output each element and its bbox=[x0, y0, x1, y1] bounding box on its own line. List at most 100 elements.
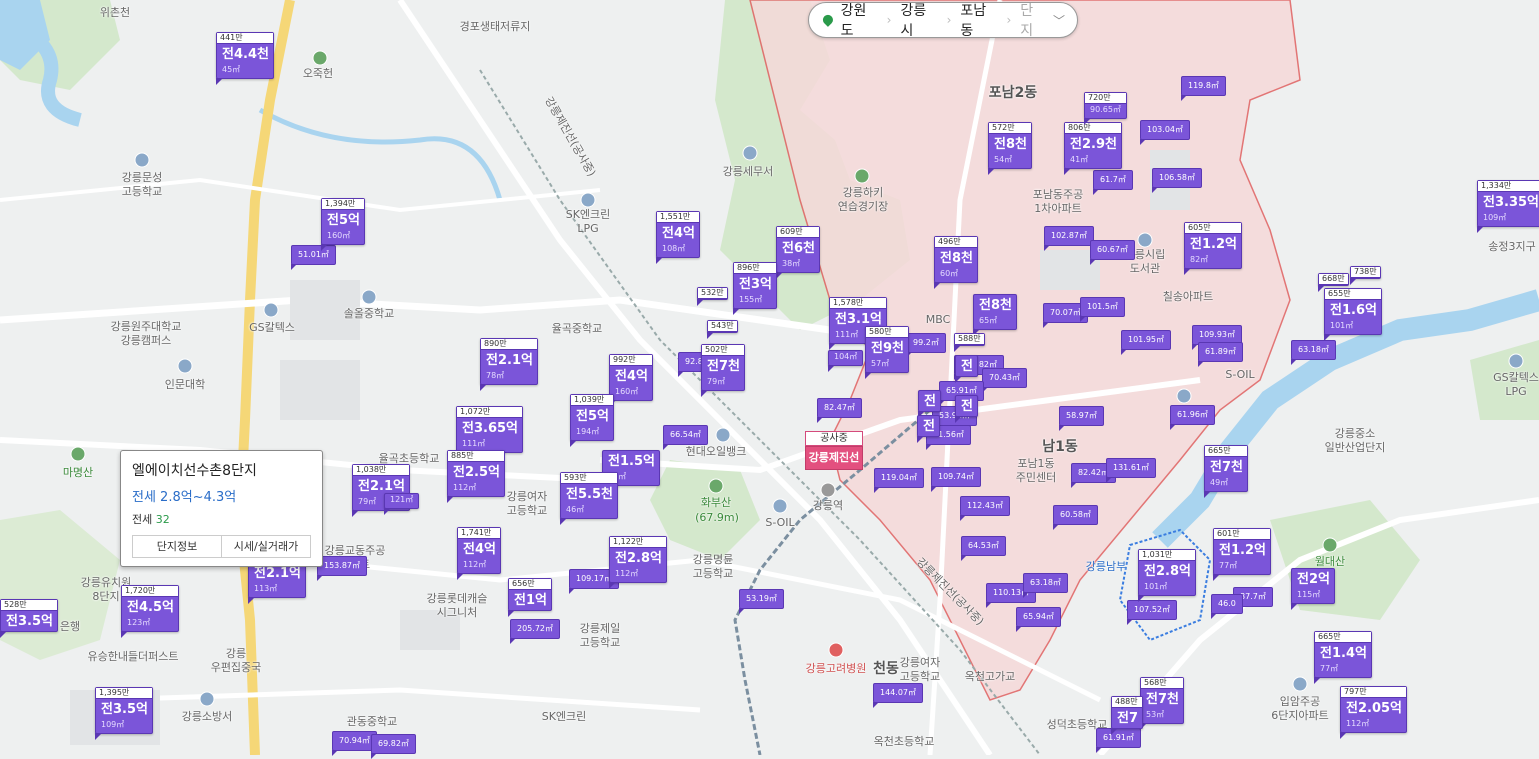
price-marker[interactable]: 528만 전3.5억 bbox=[0, 599, 58, 638]
price-marker[interactable]: 593만 전5.5천 46㎡ bbox=[560, 472, 618, 525]
price-marker[interactable]: 488만 전7 bbox=[1111, 696, 1144, 735]
price-marker[interactable]: 601만 전1.2억 77㎡ bbox=[1213, 528, 1271, 581]
price-marker[interactable]: 738만 bbox=[1350, 266, 1381, 285]
price-marker[interactable]: 572만 전8천 54㎡ bbox=[988, 122, 1032, 175]
area-marker[interactable]: 99.2㎡ bbox=[906, 333, 946, 358]
marker-unit-price: 992만 bbox=[610, 355, 652, 366]
price-marker[interactable]: 885만 전2.5억 112㎡ bbox=[447, 450, 505, 503]
complex-info-button[interactable]: 단지정보 bbox=[133, 536, 221, 557]
price-marker[interactable]: 580만 전9천 57㎡ bbox=[865, 326, 909, 379]
area-marker[interactable]: 131.61㎡ bbox=[1106, 458, 1156, 483]
price-marker[interactable]: 전2.1억 113㎡ bbox=[248, 562, 306, 604]
breadcrumb-complex-select[interactable]: 단지 bbox=[1020, 0, 1045, 40]
price-marker[interactable]: 121㎡ bbox=[384, 493, 420, 515]
area-marker[interactable]: 64.53㎡ bbox=[961, 536, 1006, 561]
price-marker[interactable]: 1,334만 전3.35억 109㎡ bbox=[1477, 180, 1539, 233]
price-marker[interactable]: 656만 전1억 bbox=[508, 578, 552, 617]
price-marker[interactable]: 568만 전7천 53㎡ bbox=[1140, 677, 1184, 730]
area-marker[interactable]: 65.94㎡ bbox=[1016, 607, 1061, 632]
price-marker[interactable]: 502만 전7천 79㎡ bbox=[701, 344, 745, 397]
price-marker[interactable]: 1,395만 전3.5억 109㎡ bbox=[95, 687, 153, 740]
price-marker[interactable]: 전 bbox=[955, 395, 978, 423]
marker-area: 57㎡ bbox=[871, 359, 890, 368]
area-marker[interactable]: 107.52㎡ bbox=[1127, 600, 1177, 625]
map-label: 옥천고가교 bbox=[964, 670, 1016, 683]
area-marker[interactable]: 60.67㎡ bbox=[1090, 240, 1135, 265]
price-marker[interactable]: 1,039만 전5억 194㎡ bbox=[570, 394, 614, 447]
area-marker[interactable]: 70.43㎡ bbox=[982, 368, 1027, 393]
map-canvas[interactable] bbox=[0, 0, 1539, 755]
price-marker[interactable]: 655만 전1.6억 101㎡ bbox=[1324, 288, 1382, 341]
area-marker[interactable]: 61.89㎡ bbox=[1198, 342, 1243, 367]
area-marker[interactable]: 66.54㎡ bbox=[663, 425, 708, 450]
area-marker[interactable]: 119.04㎡ bbox=[874, 468, 924, 493]
area-marker[interactable]: 61.91㎡ bbox=[1096, 728, 1141, 753]
marker-unit-price: 1,334만 bbox=[1478, 181, 1539, 192]
marker-area: 77㎡ bbox=[1219, 561, 1238, 570]
price-marker[interactable]: 전2억 115㎡ bbox=[1291, 568, 1335, 610]
price-marker[interactable]: 588만 bbox=[954, 333, 985, 352]
price-marker[interactable]: 609만 전6천 38㎡ bbox=[776, 226, 820, 279]
price-marker[interactable]: 1,394만 전5억 160㎡ bbox=[321, 198, 365, 251]
price-marker[interactable]: 1,072만 전3.65억 111㎡ bbox=[456, 406, 523, 459]
construction-marker[interactable]: 공사중 강릉제진선 bbox=[805, 431, 863, 470]
marker-price: 전8천 bbox=[979, 298, 1012, 313]
price-marker[interactable]: 전8천 65㎡ bbox=[973, 294, 1017, 336]
marker-unit-price: 738만 bbox=[1351, 267, 1380, 278]
area-marker[interactable]: 109.74㎡ bbox=[931, 467, 981, 492]
price-marker[interactable]: 496만 전8천 60㎡ bbox=[934, 236, 978, 289]
price-marker[interactable]: 전 bbox=[917, 415, 940, 443]
price-marker[interactable]: 532만 bbox=[697, 287, 728, 306]
price-marker[interactable]: 668만 bbox=[1318, 273, 1349, 292]
breadcrumb-city[interactable]: 강릉시 bbox=[900, 0, 937, 40]
location-breadcrumb[interactable]: 강원도 › 강릉시 › 포남동 › 단지 ﹀ bbox=[808, 0, 1078, 40]
area-marker[interactable]: 153.87㎡ bbox=[317, 556, 367, 581]
area-marker[interactable]: 102.87㎡ bbox=[1044, 226, 1094, 251]
price-marker[interactable]: 665만 전1.4억 77㎡ bbox=[1314, 631, 1372, 684]
price-marker[interactable]: 441만 전4.4천 45㎡ bbox=[216, 32, 274, 85]
area-marker[interactable]: 112.43㎡ bbox=[960, 496, 1010, 521]
construction-name: 강릉제진선 bbox=[805, 446, 863, 470]
price-marker[interactable]: 890만 전2.1억 78㎡ bbox=[480, 338, 538, 391]
area-marker[interactable]: 69.82㎡ bbox=[371, 734, 416, 759]
area-marker[interactable]: 103.04㎡ bbox=[1140, 120, 1190, 145]
price-history-button[interactable]: 시세/실거래가 bbox=[221, 536, 310, 557]
area-marker[interactable]: 61.96㎡ bbox=[1170, 405, 1215, 430]
price-marker[interactable]: 665만 전7천 49㎡ bbox=[1204, 445, 1248, 498]
area-marker[interactable]: 46.0 bbox=[1211, 594, 1243, 619]
area-marker[interactable]: 119.8㎡ bbox=[1181, 76, 1226, 101]
price-marker[interactable]: 605만 전1.2억 82㎡ bbox=[1184, 222, 1242, 275]
area-marker[interactable]: 205.72㎡ bbox=[510, 619, 560, 644]
area-marker[interactable]: 101.95㎡ bbox=[1121, 330, 1171, 355]
price-marker[interactable]: 전 bbox=[918, 390, 941, 418]
area-marker[interactable]: 144.07㎡ bbox=[873, 683, 923, 708]
price-marker[interactable]: 720만 90.65㎡ bbox=[1084, 92, 1127, 125]
area-marker[interactable]: 61.7㎡ bbox=[1093, 170, 1133, 195]
price-marker[interactable]: 806만 전2.9천 41㎡ bbox=[1064, 122, 1122, 175]
area-marker[interactable]: 60.58㎡ bbox=[1053, 505, 1098, 530]
price-marker[interactable]: 543만 bbox=[707, 320, 738, 339]
chevron-down-icon[interactable]: ﹀ bbox=[1053, 12, 1065, 29]
breadcrumb-province[interactable]: 강원도 bbox=[841, 0, 878, 40]
area-marker[interactable]: 58.97㎡ bbox=[1059, 406, 1104, 431]
price-marker[interactable]: 1,551만 전4억 108㎡ bbox=[656, 211, 700, 264]
marker-unit-price: 806만 bbox=[1065, 123, 1121, 134]
area-marker[interactable]: 82.47㎡ bbox=[817, 398, 862, 423]
area-marker[interactable]: 63.18㎡ bbox=[1291, 340, 1336, 365]
area-marker[interactable]: 51.01㎡ bbox=[291, 245, 336, 270]
area-marker[interactable]: 53.19㎡ bbox=[739, 589, 784, 614]
price-marker[interactable]: 104㎡ bbox=[828, 350, 864, 372]
price-marker[interactable]: 1,720만 전4.5억 123㎡ bbox=[121, 585, 179, 638]
price-marker[interactable]: 992만 전4억 160㎡ bbox=[609, 354, 653, 407]
area-marker[interactable]: 106.58㎡ bbox=[1152, 168, 1202, 193]
price-marker[interactable]: 1,122만 전2.8억 112㎡ bbox=[609, 536, 667, 589]
price-marker[interactable]: 전 bbox=[955, 355, 978, 383]
price-marker[interactable]: 896만 전3억 155㎡ bbox=[733, 262, 777, 315]
area-marker[interactable]: 63.18㎡ bbox=[1023, 573, 1068, 598]
price-marker[interactable]: 1,031만 전2.8억 101㎡ bbox=[1138, 549, 1196, 602]
price-marker[interactable]: 797만 전2.05억 112㎡ bbox=[1340, 686, 1407, 739]
map-label: 월대산 bbox=[1314, 555, 1346, 568]
price-marker[interactable]: 1,741만 전4억 112㎡ bbox=[457, 527, 501, 580]
area-marker[interactable]: 101.5㎡ bbox=[1080, 297, 1125, 322]
breadcrumb-dong[interactable]: 포남동 bbox=[960, 0, 997, 40]
